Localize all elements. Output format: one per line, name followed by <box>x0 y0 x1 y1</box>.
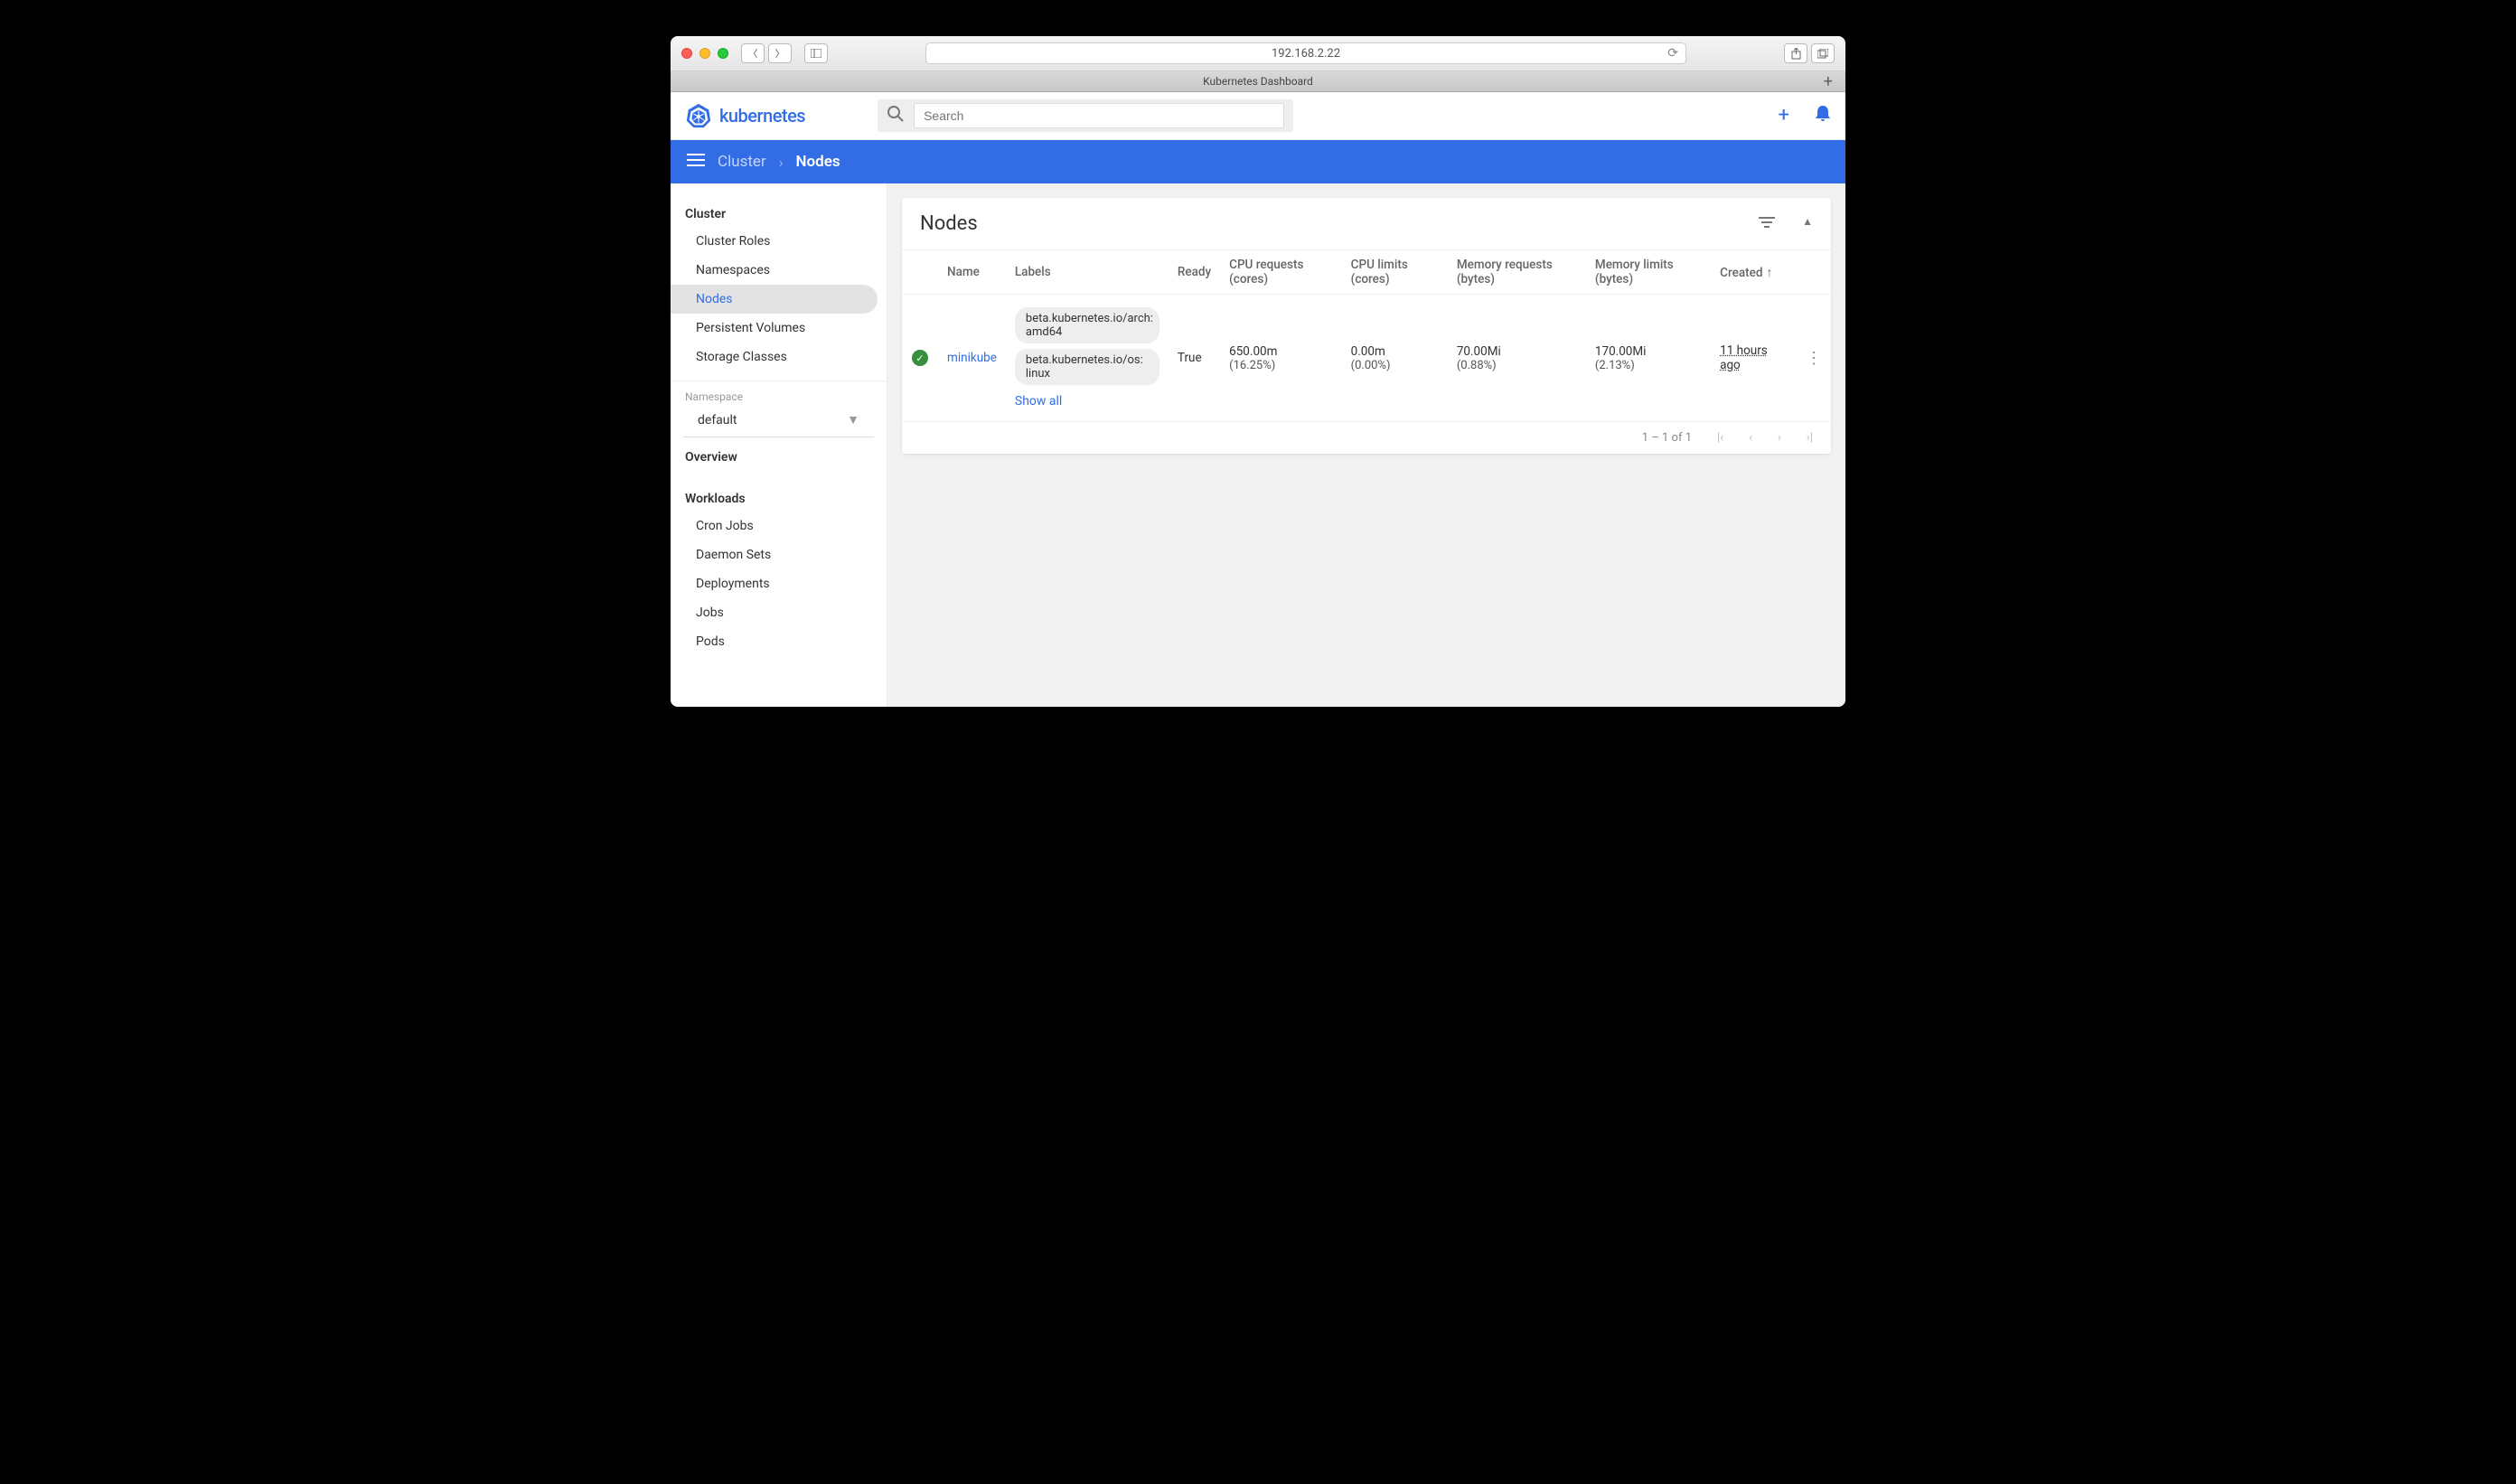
browser-window: 〈 〉 192.168.2.22 ⟳ Kubernetes Dashboard … <box>671 36 1845 707</box>
new-tab-button[interactable]: + <box>1818 72 1838 91</box>
namespace-label: Namespace <box>671 390 887 403</box>
sidebar-heading-overview[interactable]: Overview <box>671 445 887 470</box>
col-created[interactable]: Created↑ <box>1711 250 1797 295</box>
col-cpu-requests[interactable]: CPU requests (cores) <box>1220 250 1342 295</box>
col-memory-limits[interactable]: Memory limits (bytes) <box>1586 250 1711 295</box>
card-header: Nodes ▲ <box>902 198 1831 249</box>
card-title: Nodes <box>920 212 978 235</box>
col-cpu-limits[interactable]: CPU limits (cores) <box>1342 250 1448 295</box>
share-icon <box>1791 48 1801 60</box>
url-bar[interactable]: 192.168.2.22 ⟳ <box>925 42 1686 64</box>
tab-title[interactable]: Kubernetes Dashboard <box>671 75 1845 88</box>
logo[interactable]: kubernetes <box>685 102 805 129</box>
show-all-link[interactable]: Show all <box>1015 390 1159 409</box>
dropdown-icon: ▼ <box>847 412 859 427</box>
forward-button[interactable]: 〉 <box>768 43 792 63</box>
last-page-button[interactable]: ›| <box>1807 431 1813 445</box>
namespace-value: default <box>698 413 737 427</box>
breadcrumb-current: Nodes <box>796 153 840 171</box>
panel-icon <box>811 49 821 58</box>
label-chip: beta.kubernetes.io/arch: amd64 <box>1015 307 1159 343</box>
col-name[interactable]: Name <box>938 250 1006 295</box>
col-ready[interactable]: Ready <box>1169 250 1220 295</box>
back-button[interactable]: 〈 <box>741 43 765 63</box>
col-labels[interactable]: Labels <box>1006 250 1169 295</box>
content-area: Nodes ▲ Name L <box>887 183 1845 707</box>
sidebar-toggle-button[interactable] <box>804 43 828 63</box>
pagination: 1 – 1 of 1 |‹ ‹ › ›| <box>902 421 1831 454</box>
prev-page-button[interactable]: ‹ <box>1749 431 1752 445</box>
tabs-icon <box>1817 49 1828 59</box>
namespace-select[interactable]: default ▼ <box>683 403 874 437</box>
pagination-info: 1 – 1 of 1 <box>1642 431 1692 445</box>
nodes-card: Nodes ▲ Name L <box>902 198 1831 454</box>
sidebar-item-cluster-roles[interactable]: Cluster Roles <box>671 227 887 256</box>
node-name-link[interactable]: minikube <box>947 351 997 365</box>
sidebar-item-nodes[interactable]: Nodes <box>671 285 878 314</box>
menu-icon[interactable] <box>687 153 705 171</box>
cell-cpu-req: 650.00m (16.25%) <box>1220 295 1342 422</box>
search-container <box>878 99 1293 132</box>
table-header-row: Name Labels Ready CPU requests (cores) C… <box>902 250 1831 295</box>
url-text: 192.168.2.22 <box>1272 47 1340 61</box>
sidebar-item-cron-jobs[interactable]: Cron Jobs <box>671 512 887 540</box>
sidebar-item-jobs[interactable]: Jobs <box>671 598 887 627</box>
sidebar-item-pods[interactable]: Pods <box>671 627 887 656</box>
next-page-button[interactable]: › <box>1778 431 1781 445</box>
share-button[interactable] <box>1784 43 1807 63</box>
status-ok-icon: ✓ <box>912 350 928 366</box>
cell-ready: True <box>1169 295 1220 422</box>
logo-text: kubernetes <box>719 105 805 127</box>
row-menu-button[interactable]: ⋮ <box>1806 349 1822 368</box>
search-input[interactable] <box>914 103 1284 128</box>
minimize-window-button[interactable] <box>699 48 710 59</box>
maximize-window-button[interactable] <box>718 48 728 59</box>
main-layout: Cluster Cluster Roles Namespaces Nodes P… <box>671 183 1845 707</box>
cell-mem-req: 70.00Mi (0.88%) <box>1448 295 1586 422</box>
cell-cpu-lim: 0.00m (0.00%) <box>1342 295 1448 422</box>
bell-icon <box>1815 104 1831 122</box>
sidebar-item-storage-classes[interactable]: Storage Classes <box>671 343 887 371</box>
sidebar-item-deployments[interactable]: Deployments <box>671 569 887 598</box>
reload-icon[interactable]: ⟳ <box>1667 46 1678 61</box>
cell-created: 11 hours ago <box>1720 343 1768 372</box>
sidebar: Cluster Cluster Roles Namespaces Nodes P… <box>671 183 887 707</box>
header-actions: + <box>1779 104 1831 127</box>
kubernetes-icon <box>685 102 712 129</box>
table-row: ✓ minikube beta.kubernetes.io/arch: amd6… <box>902 295 1831 422</box>
nodes-table: Name Labels Ready CPU requests (cores) C… <box>902 249 1831 421</box>
divider <box>671 380 887 381</box>
browser-toolbar: 〈 〉 192.168.2.22 ⟳ <box>671 36 1845 71</box>
app-header: kubernetes + <box>671 92 1845 140</box>
notifications-button[interactable] <box>1815 104 1831 127</box>
traffic-lights <box>681 48 728 59</box>
breadcrumb-bar: Cluster › Nodes <box>671 140 1845 183</box>
create-button[interactable]: + <box>1779 104 1789 127</box>
first-page-button[interactable]: |‹ <box>1717 431 1723 445</box>
sidebar-item-persistent-volumes[interactable]: Persistent Volumes <box>671 314 887 343</box>
col-memory-requests[interactable]: Memory requests (bytes) <box>1448 250 1586 295</box>
collapse-icon[interactable]: ▲ <box>1802 215 1813 232</box>
sidebar-item-daemon-sets[interactable]: Daemon Sets <box>671 540 887 569</box>
sidebar-item-namespaces[interactable]: Namespaces <box>671 256 887 285</box>
breadcrumb-parent[interactable]: Cluster <box>718 153 766 171</box>
close-window-button[interactable] <box>681 48 692 59</box>
tab-bar: Kubernetes Dashboard + <box>671 71 1845 92</box>
chevron-right-icon: › <box>779 154 784 171</box>
filter-icon[interactable] <box>1759 215 1775 232</box>
cell-mem-lim: 170.00Mi (2.13%) <box>1586 295 1711 422</box>
search-icon <box>887 105 905 127</box>
sidebar-heading-workloads[interactable]: Workloads <box>671 486 887 512</box>
tabs-button[interactable] <box>1811 43 1835 63</box>
sidebar-heading-cluster[interactable]: Cluster <box>671 202 887 227</box>
label-chip: beta.kubernetes.io/os: linux <box>1015 349 1159 385</box>
app-content: kubernetes + Cluster › Nodes <box>671 92 1845 707</box>
sort-asc-icon: ↑ <box>1766 266 1772 280</box>
